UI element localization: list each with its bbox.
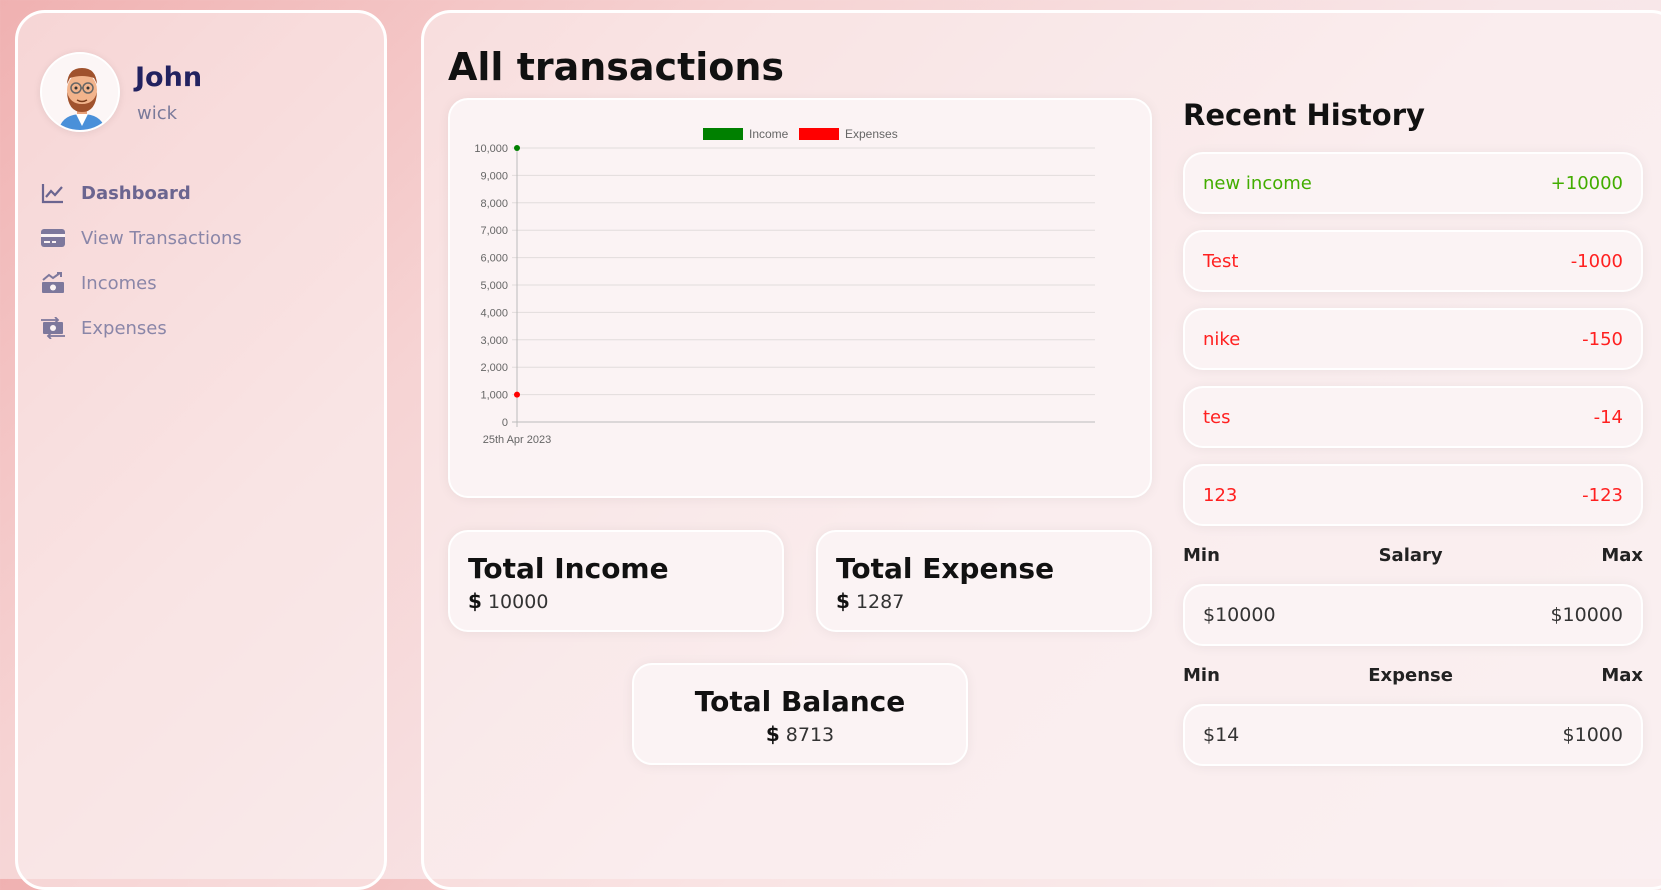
transactions-chart-card: Income Expenses 0 1,000 2,000 3,000 4,000 5,0… xyxy=(448,98,1152,498)
history-item[interactable]: 123 -123 xyxy=(1183,464,1643,526)
user-subtitle: wick xyxy=(137,103,178,124)
chart-line-icon xyxy=(40,182,66,204)
total-balance-title: Total Balance xyxy=(694,685,906,718)
user-name: John xyxy=(135,62,203,93)
expense-range-box: $14 $1000 xyxy=(1183,704,1643,766)
y-tick-label: 9,000 xyxy=(480,170,508,182)
currency-symbol: $ xyxy=(836,589,850,613)
total-expense-title: Total Expense xyxy=(836,552,1055,585)
chart-legend: Income Expenses xyxy=(703,127,898,141)
nav-label: View Transactions xyxy=(81,227,242,249)
total-income-value: $ 10000 xyxy=(468,589,764,613)
y-tick-label: 6,000 xyxy=(480,253,508,265)
nav-item-incomes[interactable]: Incomes xyxy=(40,268,242,298)
currency-symbol: $ xyxy=(468,589,482,613)
y-tick-label: 0 xyxy=(502,417,508,429)
expense-max-label: Max xyxy=(1601,665,1643,686)
currency-symbol: $ xyxy=(765,722,780,746)
history-item-name: 123 xyxy=(1203,484,1238,506)
salary-range-box: $10000 $10000 xyxy=(1183,584,1643,646)
sidebar-nav: Dashboard View Transactions Incomes Expe… xyxy=(40,178,242,358)
salary-max-value: $10000 xyxy=(1550,604,1623,626)
history-item-amount: +10000 xyxy=(1550,172,1623,194)
salary-range-header: Min Salary Max xyxy=(1183,545,1643,566)
total-expense-value: $ 1287 xyxy=(836,589,1132,613)
history-item-amount: -1000 xyxy=(1570,250,1623,272)
expense-min-value: $14 xyxy=(1203,724,1240,746)
y-tick-label: 1,000 xyxy=(480,390,508,402)
nav-item-view-transactions[interactable]: View Transactions xyxy=(40,223,242,253)
balance-amount: 8713 xyxy=(785,724,835,746)
total-balance-card: Total Balance $ 8713 xyxy=(632,663,968,765)
history-item[interactable]: Test -1000 xyxy=(1183,230,1643,292)
history-item[interactable]: new income +10000 xyxy=(1183,152,1643,214)
y-tick-label: 5,000 xyxy=(480,280,508,292)
salary-min-value: $10000 xyxy=(1203,604,1276,626)
recent-history-title: Recent History xyxy=(1183,98,1425,132)
history-item-amount: -123 xyxy=(1582,484,1623,506)
nav-label: Dashboard xyxy=(81,182,191,204)
total-balance-value: $ 8713 xyxy=(652,722,948,746)
salary-title: Salary xyxy=(1378,545,1443,566)
money-exchange-icon xyxy=(40,317,66,339)
total-income-card: Total Income $ 10000 xyxy=(448,530,784,632)
history-item[interactable]: nike -150 xyxy=(1183,308,1643,370)
x-tick-label: 25th Apr 2023 xyxy=(483,434,552,446)
history-item-name: new income xyxy=(1203,172,1312,194)
history-item-name: nike xyxy=(1203,328,1241,350)
expense-range-header: Min Expense Max xyxy=(1183,665,1643,686)
y-tick-label: 10,000 xyxy=(474,143,508,155)
history-item[interactable]: tes -14 xyxy=(1183,386,1643,448)
salary-min-label: Min xyxy=(1183,545,1220,566)
data-point-income[interactable] xyxy=(514,145,520,151)
legend-swatch-expenses xyxy=(799,128,839,140)
y-tick-label: 8,000 xyxy=(480,198,508,210)
history-item-name: tes xyxy=(1203,406,1231,428)
history-item-amount: -14 xyxy=(1593,406,1623,428)
expense-min-label: Min xyxy=(1183,665,1220,686)
legend-label-income: Income xyxy=(749,127,789,141)
money-trend-icon xyxy=(40,272,66,294)
history-item-name: Test xyxy=(1203,250,1239,272)
page-title: All transactions xyxy=(448,45,785,89)
legend-label-expenses: Expenses xyxy=(845,127,898,141)
y-tick-label: 7,000 xyxy=(480,225,508,237)
transactions-chart: Income Expenses 0 1,000 2,000 3,000 4,000 5,0… xyxy=(474,127,1095,446)
nav-item-expenses[interactable]: Expenses xyxy=(40,313,242,343)
income-amount: 10000 xyxy=(487,591,549,613)
nav-label: Incomes xyxy=(81,272,157,294)
history-item-amount: -150 xyxy=(1582,328,1623,350)
salary-max-label: Max xyxy=(1601,545,1643,566)
y-tick-label: 3,000 xyxy=(480,335,508,347)
nav-label: Expenses xyxy=(81,317,167,339)
legend-swatch-income xyxy=(703,128,743,140)
y-tick-label: 4,000 xyxy=(480,307,508,319)
expense-max-value: $1000 xyxy=(1562,724,1623,746)
avatar xyxy=(40,52,120,132)
total-expense-card: Total Expense $ 1287 xyxy=(816,530,1152,632)
nav-item-dashboard[interactable]: Dashboard xyxy=(40,178,242,208)
sidebar xyxy=(15,10,387,890)
expense-range-title: Expense xyxy=(1368,665,1453,686)
y-tick-label: 2,000 xyxy=(480,362,508,374)
total-income-title: Total Income xyxy=(468,552,669,585)
data-point-expenses[interactable] xyxy=(514,391,520,398)
credit-card-icon xyxy=(40,227,66,249)
expense-amount: 1287 xyxy=(855,591,905,613)
